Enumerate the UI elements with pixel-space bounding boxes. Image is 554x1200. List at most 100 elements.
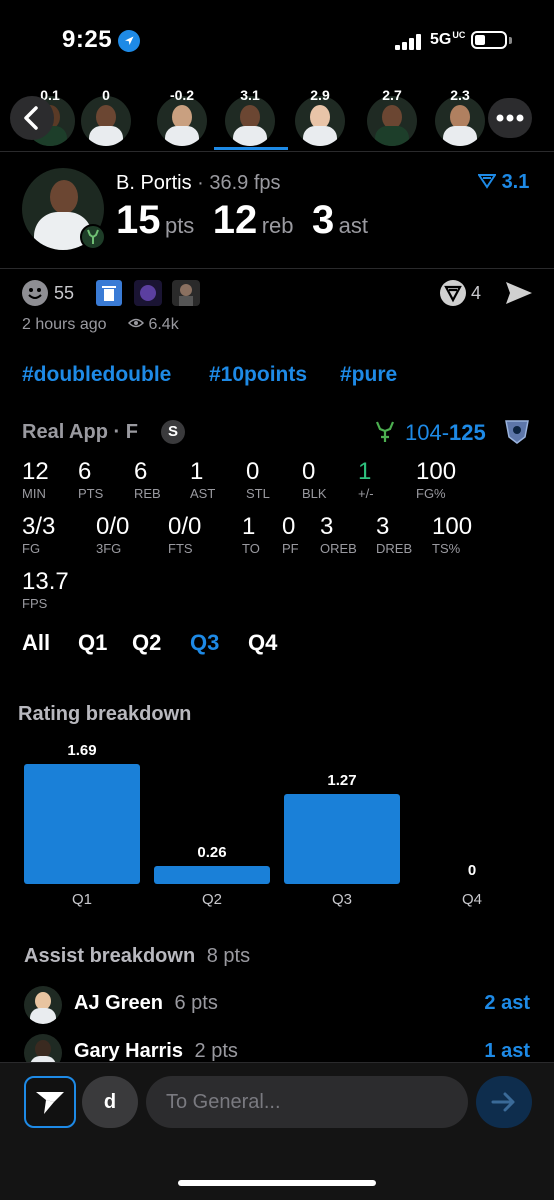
status-time: 9:25 — [62, 26, 113, 53]
message-input[interactable] — [146, 1076, 468, 1128]
stat-value: 1 — [358, 458, 372, 485]
stat-blk: 0 BLK — [302, 458, 327, 501]
stat-label: FPS — [22, 596, 48, 611]
stat-label: BLK — [302, 486, 327, 501]
active-player-indicator — [214, 147, 288, 150]
stat-value: 0 — [302, 458, 316, 485]
strip-player-rating: 0 — [102, 87, 110, 103]
hashtag-3[interactable]: #pure — [340, 363, 397, 387]
team-logo-icon — [80, 224, 106, 250]
player-name-line: B. Portis · 36.9 fps — [116, 172, 281, 194]
assist-player-name: AJ Green — [74, 992, 163, 1014]
stat-fg: 3/3 FG — [22, 513, 55, 556]
stat-value: 0/0 — [168, 513, 202, 540]
game-score[interactable]: 104-125 — [405, 420, 486, 446]
strip-player-3[interactable]: -0.2 — [152, 80, 212, 150]
strip-player-avatar — [367, 96, 417, 146]
stat-value: 1 — [242, 513, 256, 540]
eye-icon — [127, 318, 145, 328]
player-statline: 15 pts 12 reb 3 ast — [116, 198, 369, 242]
strip-player-2[interactable]: 0 — [76, 80, 136, 150]
home-team-logo-icon — [374, 419, 396, 450]
stat-value: 1 — [190, 458, 204, 485]
reaction-count: 55 — [54, 283, 75, 303]
assist-breakdown-title: Assist breakdown — [24, 945, 196, 967]
bar-q3 — [284, 794, 400, 884]
stat-value: 100 — [416, 458, 457, 485]
stat-label: TS% — [432, 541, 461, 556]
stat-value: 6 — [78, 458, 92, 485]
stat-label: PTS — [78, 486, 104, 501]
stat-value: 12 — [22, 458, 49, 485]
stat-value: 13.7 — [22, 568, 69, 595]
assist-player-pts: 2 pts — [194, 1040, 238, 1062]
tab-q1[interactable]: Q1 — [78, 630, 107, 656]
app-logo-icon — [36, 1092, 64, 1114]
assist-row[interactable]: AJ Green 6 pts 2 ast — [0, 984, 554, 1028]
send-button[interactable] — [476, 1076, 532, 1128]
hashtag-1[interactable]: #doubledouble — [22, 363, 171, 387]
views-count: 6.4k — [127, 316, 179, 334]
away-score: 125 — [449, 420, 486, 445]
stat-label: STL — [246, 486, 270, 501]
assist-breakdown-header: Assist breakdown 8 pts — [24, 945, 250, 968]
strip-player-avatar — [225, 96, 275, 146]
stat-value: 6 — [134, 458, 148, 485]
signal-icon — [395, 34, 421, 50]
strip-player-rating: 2.3 — [450, 87, 470, 103]
player-strip[interactable]: 0.1 0 -0.2 3.1 2.9 2.7 2.3 — [0, 80, 554, 150]
stat-value: 0 — [282, 513, 296, 540]
reaction-smile-icon[interactable] — [22, 280, 48, 306]
stat-label: TO — [242, 541, 260, 556]
reaction-trash-icon[interactable] — [96, 280, 122, 306]
message-input-wrapper[interactable] — [146, 1076, 468, 1128]
battery-icon — [471, 31, 507, 49]
app-logo-button[interactable] — [24, 1076, 76, 1128]
location-arrow-icon — [118, 30, 140, 52]
stat-label: REB — [134, 486, 161, 501]
stat-label: FG% — [416, 486, 446, 501]
player-name: B. Portis — [116, 172, 192, 194]
user-avatar-button[interactable]: d — [82, 1076, 138, 1128]
tab-q4[interactable]: Q4 — [248, 630, 277, 656]
stat-label: AST — [190, 486, 216, 501]
strip-player-avatar — [81, 96, 131, 146]
reaction-face-icon[interactable] — [172, 280, 200, 306]
assist-player-name: Gary Harris — [74, 1040, 183, 1062]
stat-label: FG — [22, 541, 41, 556]
back-button[interactable] — [10, 96, 54, 140]
tab-q3[interactable]: Q3 — [190, 630, 219, 656]
assist-breakdown-total: 8 pts — [206, 945, 251, 967]
strip-player-avatar — [295, 96, 345, 146]
send-icon[interactable] — [504, 279, 534, 312]
more-button[interactable] — [488, 98, 532, 138]
strip-player-7[interactable]: 2.3 — [430, 80, 490, 150]
stat-fts: 0/0 FTS — [168, 513, 201, 556]
hashtag-2[interactable]: #10points — [209, 363, 307, 387]
share-count: 4 — [471, 283, 482, 303]
strip-player-4[interactable]: 3.1 — [220, 80, 280, 150]
share-count-icon[interactable] — [440, 280, 466, 306]
bar-category-label: Q1 — [71, 891, 92, 908]
tab-all[interactable]: All — [22, 630, 50, 656]
stat-reb: 6 REB — [134, 458, 161, 501]
reaction-emoji-icon[interactable] — [134, 280, 162, 306]
bar-category-label: Q3 — [331, 891, 352, 908]
stat-value: 3/3 — [22, 513, 56, 540]
bar-q1 — [24, 764, 140, 884]
assist-player-avatar — [24, 986, 62, 1024]
rating-breakdown-title: Rating breakdown — [18, 703, 192, 725]
stat-stl: 0 STL — [246, 458, 270, 501]
assist-count: 1 ast — [484, 1040, 530, 1062]
tab-q2[interactable]: Q2 — [132, 630, 161, 656]
strip-player-6[interactable]: 2.7 — [362, 80, 422, 150]
stat--: 1 +/- — [358, 458, 374, 501]
stat-label: MIN — [22, 486, 46, 501]
away-team-logo-icon — [503, 417, 531, 450]
bar-q2 — [154, 866, 270, 884]
player-rating: 3.1 — [501, 171, 530, 193]
arrow-right-icon — [491, 1092, 515, 1112]
bar-category-label: Q4 — [461, 891, 482, 908]
strip-player-avatar — [157, 96, 207, 146]
strip-player-5[interactable]: 2.9 — [290, 80, 350, 150]
